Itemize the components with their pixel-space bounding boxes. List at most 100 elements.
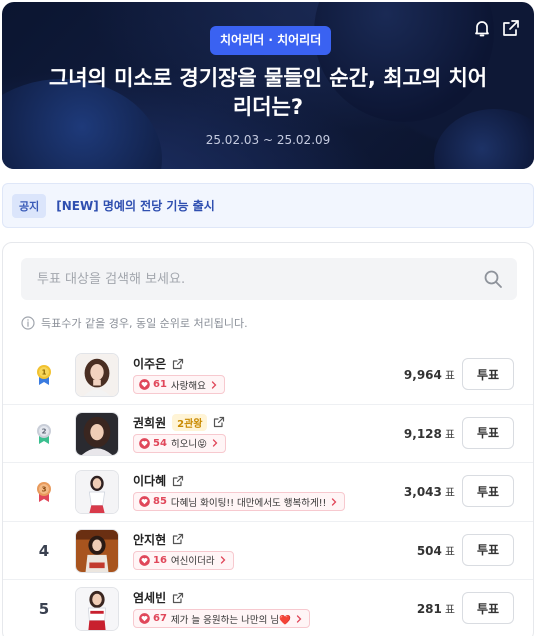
vote-count-value: 504 (416, 543, 442, 558)
cheer-message[interactable]: 67 제가 늘 응원하는 나만의 님❤️ (133, 609, 310, 628)
hero-banner: 치어리더 · 치어리더 그녀의 미소로 경기장을 물들인 순간, 최고의 치어리… (2, 2, 534, 169)
candidate-name: 이주은 (133, 357, 167, 371)
rank-cell: 2 (29, 405, 59, 463)
external-link-icon[interactable] (172, 475, 184, 487)
chevron-right-icon (220, 556, 226, 564)
vote-count: 9,964 표 (404, 346, 455, 404)
vote-count: 3,043 표 (404, 463, 455, 521)
vote-unit: 표 (444, 369, 455, 382)
candidate-name-line: 이다혜 (133, 472, 184, 489)
cheer-message[interactable]: 16 여신이더라 (133, 550, 234, 570)
cheer-count: 85 (153, 496, 167, 507)
candidate-name-line: 권희원 2관왕 (133, 413, 225, 431)
share-icon[interactable] (501, 18, 521, 38)
chevron-right-icon (212, 439, 218, 447)
vote-count-value: 281 (416, 602, 442, 616)
svg-text:2: 2 (42, 427, 47, 435)
vote-count: 281 표 (417, 580, 455, 636)
cheer-message[interactable]: 85 다혜님 화이팅!! 대만에서도 행복하게!! (133, 492, 346, 511)
vote-unit: 표 (444, 544, 455, 558)
vote-button[interactable]: 투표 (462, 416, 514, 449)
candidate-name: 이다혜 (133, 474, 167, 488)
avatar[interactable] (75, 411, 119, 456)
tie-rule-text: 득표수가 같을 경우, 동일 순위로 처리됩니다. (41, 317, 248, 330)
vote-button[interactable]: 투표 (462, 592, 514, 624)
cheer-message[interactable]: 54 히오니😝 (133, 433, 227, 453)
heart-icon (139, 379, 150, 390)
silver-medal-icon: 2 (37, 423, 51, 444)
vote-period: 25.02.03 ~ 25.02.09 (205, 133, 331, 147)
heart-icon (139, 613, 150, 624)
tie-rule-notice: 득표수가 같을 경우, 동일 순위로 처리됩니다. (21, 315, 248, 331)
vote-card: 득표수가 같을 경우, 동일 순위로 처리됩니다. 1 (2, 242, 534, 636)
cheer-text: 제가 늘 응원하는 나만의 님❤️ (170, 614, 291, 626)
candidate-name: 염세빈 (133, 591, 167, 605)
cheer-text: 히오니😝 (170, 439, 208, 450)
table-row: 3 이다혜 85 다혜님 화이팅!! 대만에서도 행복하게!! 3,043 표 … (3, 463, 533, 522)
candidate-name-line: 이주은 (133, 355, 184, 372)
rank-cell: 5 (29, 580, 59, 636)
external-link-icon[interactable] (172, 358, 184, 370)
rank-cell: 4 (29, 522, 59, 580)
cheer-count: 61 (153, 379, 167, 390)
avatar[interactable] (75, 587, 119, 631)
avatar[interactable] (75, 353, 119, 397)
candidate-name-line: 안지현 (133, 531, 184, 548)
info-icon (21, 316, 35, 330)
heart-icon (139, 437, 150, 449)
rank-cell: 1 (29, 346, 59, 404)
cheer-text: 다혜님 화이팅!! 대만에서도 행복하게!! (170, 497, 327, 509)
bell-icon[interactable] (472, 18, 492, 38)
external-link-icon[interactable] (172, 533, 184, 545)
achievement-badge: 2관왕 (172, 413, 208, 431)
cheer-count: 16 (153, 554, 167, 566)
cheer-message[interactable]: 61 사랑해요 (133, 375, 225, 394)
rank-number: 4 (38, 541, 50, 560)
table-row: 4 안지현 16 여신이더라 504 표 투표 (3, 522, 533, 580)
table-row: 1 이주은 61 사랑해요 9,964 표 투표 (3, 346, 533, 405)
notice-tag: 공지 (12, 193, 47, 218)
avatar[interactable] (75, 470, 119, 514)
svg-text:3: 3 (42, 486, 47, 494)
search-input[interactable] (21, 258, 517, 300)
candidate-name: 안지현 (133, 532, 167, 547)
table-row: 2 권희원 2관왕 54 히오니😝 9,128 표 투표 (3, 405, 533, 463)
external-link-icon[interactable] (172, 592, 184, 604)
svg-text:1: 1 (42, 369, 47, 377)
vote-button[interactable]: 투표 (462, 475, 514, 507)
vote-count-value: 9,128 (403, 426, 442, 441)
rank-cell: 3 (29, 463, 59, 521)
external-link-icon[interactable] (213, 416, 225, 428)
heart-icon (139, 496, 150, 507)
candidate-name-line: 염세빈 (133, 589, 184, 606)
chevron-right-icon (296, 614, 302, 623)
cheer-text: 사랑해요 (170, 380, 206, 392)
rank-number: 5 (38, 600, 50, 618)
avatar[interactable] (75, 528, 119, 573)
vote-unit: 표 (444, 603, 455, 616)
cheer-count: 67 (153, 613, 167, 624)
vote-button[interactable]: 투표 (462, 358, 514, 390)
cheer-count: 54 (153, 437, 167, 449)
category-badge: 치어리더 · 치어리더 (210, 26, 332, 55)
vote-count: 504 표 (417, 522, 455, 580)
search-icon[interactable] (483, 269, 503, 289)
candidate-list: 1 이주은 61 사랑해요 9,964 표 투표 2 권희원 2관왕 54 히오… (3, 346, 533, 636)
page-title: 그녀의 미소로 경기장을 물들인 순간, 최고의 치어리더는? (48, 66, 488, 119)
heart-icon (139, 554, 150, 566)
chevron-right-icon (332, 497, 337, 506)
search-bar (21, 258, 517, 300)
vote-count-value: 3,043 (403, 485, 442, 499)
candidate-name: 권희원 (133, 415, 167, 430)
notice-text: [NEW] 명예의 전당 기능 출시 (56, 199, 215, 213)
notice-bar[interactable]: 공지 [NEW] 명예의 전당 기능 출시 (2, 183, 534, 228)
vote-unit: 표 (444, 427, 455, 441)
chevron-right-icon (211, 380, 217, 389)
gold-medal-icon: 1 (37, 365, 51, 385)
vote-unit: 표 (444, 486, 455, 499)
vote-count: 9,128 표 (404, 405, 455, 463)
cheer-text: 여신이더라 (170, 556, 215, 567)
vote-button[interactable]: 투표 (462, 533, 514, 566)
vote-count-value: 9,964 (403, 368, 442, 382)
bronze-medal-icon: 3 (37, 482, 51, 502)
